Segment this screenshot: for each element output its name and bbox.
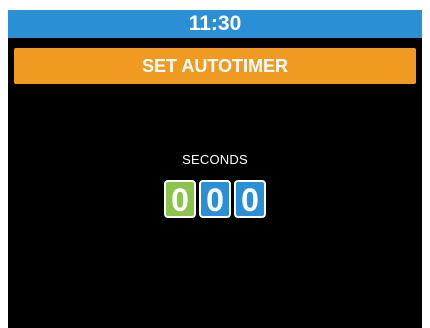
timer-digit-hundreds[interactable]: 0: [164, 180, 196, 218]
seconds-label: SECONDS: [182, 152, 248, 167]
timer-digit-selector: 0 0 0: [8, 180, 422, 218]
page-title: SET AUTOTIMER: [141, 56, 288, 76]
clock-time: 11:30: [188, 12, 242, 35]
set-autotimer-header[interactable]: SET AUTOTIMER: [14, 48, 416, 84]
status-bar: 11:30: [8, 10, 422, 38]
timer-digit-ones[interactable]: 0: [234, 180, 266, 218]
device-screen: 11:30 SET AUTOTIMER SECONDS 0 0 0: [8, 10, 422, 328]
timer-digit-tens[interactable]: 0: [199, 180, 231, 218]
